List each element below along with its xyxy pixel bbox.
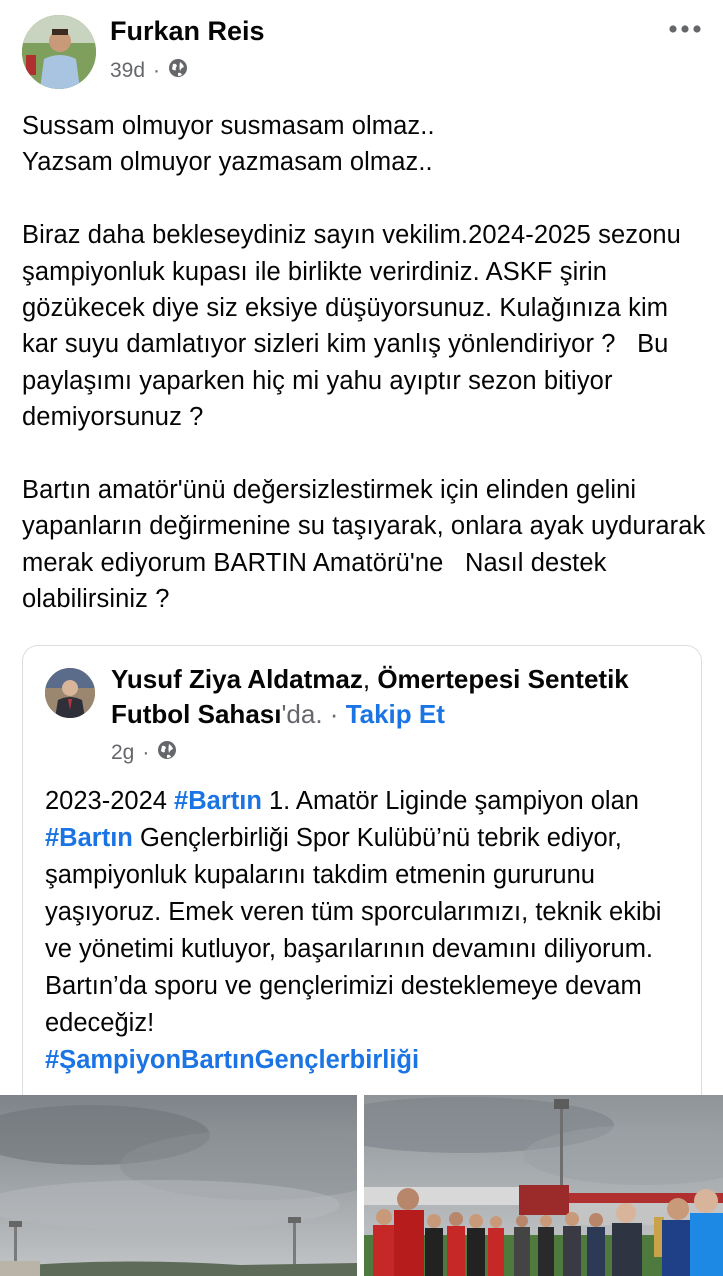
location-suffix: 'da. <box>281 699 323 729</box>
shared-author-avatar[interactable] <box>45 668 95 718</box>
shared-post-text: 2023-2024 #Bartın 1. Amatör Liginde şamp… <box>45 783 685 1079</box>
post-paragraph: Sussam olmuyor susmasam olmaz.. Yazsam o… <box>22 112 435 177</box>
photo-grid <box>0 1095 723 1276</box>
shared-post-header: Yusuf Ziya Aldatmaz, Ömertepesi Sentetik… <box>111 662 691 732</box>
separator: , <box>362 664 378 694</box>
text-segment: Gençlerbirliği Spor Kulübü’nü tebrik edi… <box>45 824 662 1037</box>
post-header: Furkan Reis 39d · <box>0 0 723 100</box>
shared-author-name[interactable]: Yusuf Ziya Aldatmaz <box>111 664 363 694</box>
shared-post-card[interactable]: Yusuf Ziya Aldatmaz, Ömertepesi Sentetik… <box>22 645 702 1116</box>
dot-separator: · <box>153 59 161 82</box>
dot-separator: · <box>142 741 150 764</box>
photo-sky-stadium[interactable] <box>0 1095 357 1276</box>
shared-post-meta: 2g · <box>111 740 177 766</box>
post-meta: 39d · <box>110 58 188 84</box>
follow-button[interactable]: Takip Et <box>346 699 445 729</box>
more-options-icon[interactable] <box>667 16 703 42</box>
globe-icon <box>168 58 188 84</box>
globe-icon <box>157 740 177 766</box>
author-avatar[interactable] <box>22 15 96 89</box>
shared-post-time[interactable]: 2g <box>111 741 134 765</box>
post-paragraph: Biraz daha bekleseydiniz sayın vekilim.2… <box>22 221 689 432</box>
text-segment: 2023-2024 <box>45 787 175 815</box>
post-paragraph: Bartın amatör'ünü değersizlestirmek için… <box>22 476 720 614</box>
author-name[interactable]: Furkan Reis <box>110 16 265 47</box>
post-text: Sussam olmuyor susmasam olmaz.. Yazsam o… <box>22 108 707 618</box>
text-segment: 1. Amatör Liginde şampiyon olan <box>261 787 639 815</box>
dot-separator: · <box>322 699 346 729</box>
hashtag-link[interactable]: #ŞampiyonBartınGençlerbirliği <box>45 1046 419 1074</box>
photo-team-celebration[interactable] <box>364 1095 723 1276</box>
hashtag-link[interactable]: #Bartın <box>45 824 133 852</box>
hashtag-link[interactable]: #Bartın <box>174 787 262 815</box>
post-time[interactable]: 39d <box>110 59 145 83</box>
